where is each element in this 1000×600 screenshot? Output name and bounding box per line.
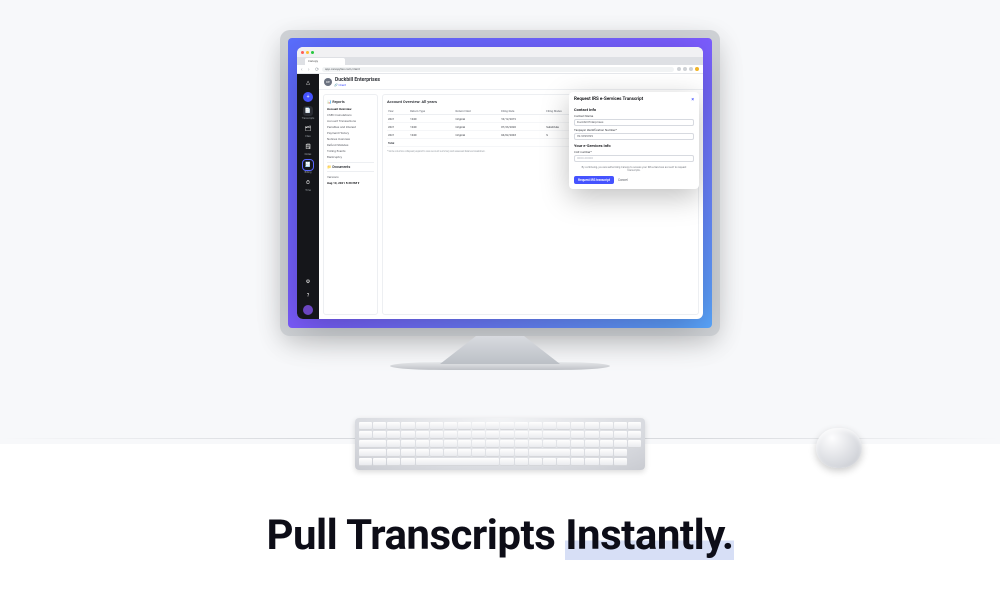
client-sublabel: 🔗 Client: [334, 83, 380, 87]
url-field[interactable]: app.canopytax.com/client: [322, 67, 674, 72]
documents-heading: 📁 Documents: [327, 165, 374, 169]
col-header[interactable]: Return Type: [409, 107, 454, 115]
sidebar-item-notes[interactable]: 🗒: [303, 142, 313, 152]
close-dot-icon[interactable]: [301, 51, 304, 54]
extension-icon[interactable]: [689, 67, 693, 71]
sidebar-item-files[interactable]: 🗂: [303, 124, 313, 134]
extension-icon[interactable]: [677, 67, 681, 71]
report-item[interactable]: Bankruptcy: [327, 154, 374, 160]
sidebar-item-transcripts[interactable]: 📄: [303, 106, 313, 116]
extension-icons: [677, 67, 699, 71]
col-header[interactable]: Year: [387, 107, 409, 115]
monitor: Canopy ‹ › ⟳ app.canopytax.com/client: [280, 30, 720, 370]
sidebar-label: Time: [305, 189, 311, 192]
sidebar-label: Billing: [305, 171, 312, 174]
monitor-screen: Canopy ‹ › ⟳ app.canopytax.com/client: [288, 38, 712, 328]
marketing-headline: Pull Transcripts Instantly.: [0, 511, 1000, 560]
contact-name-label: Contact Name: [574, 114, 694, 118]
monitor-bezel: Canopy ‹ › ⟳ app.canopytax.com/client: [280, 30, 720, 336]
app-sidebar: △ + 📄 Transcripts 🗂 Files 🗒 Notes 🧾 Bill…: [297, 74, 319, 319]
sidebar-item-billing[interactable]: 🧾: [303, 160, 313, 170]
client-avatar: DE: [324, 78, 332, 86]
eservices-section-heading: Your e-Services Info: [574, 143, 694, 148]
request-transcript-modal: Request IRS e-Services Transcript × Cont…: [569, 92, 699, 189]
sidebar-label: Transcripts: [302, 117, 315, 120]
col-header[interactable]: Filing Date: [500, 107, 545, 115]
sidebar-settings-icon[interactable]: ⚙: [303, 277, 313, 287]
profile-avatar-icon[interactable]: [695, 67, 699, 71]
mouse: [816, 428, 862, 468]
sidebar-label: Files: [305, 135, 310, 138]
sidebar-label: Notes: [305, 153, 312, 156]
browser-tab[interactable]: Canopy: [305, 58, 345, 65]
keyboard: [355, 418, 645, 470]
contact-name-input[interactable]: Duckbill Enterprises: [574, 119, 694, 126]
minimize-dot-icon[interactable]: [306, 51, 309, 54]
browser-toolbar: ‹ › ⟳ app.canopytax.com/client: [297, 65, 703, 74]
client-header: DE Duckbill Enterprises 🔗 Client: [319, 74, 703, 90]
col-header[interactable]: Return Filed: [455, 107, 501, 115]
maximize-dot-icon[interactable]: [311, 51, 314, 54]
browser-window: Canopy ‹ › ⟳ app.canopytax.com/client: [297, 47, 703, 319]
extension-icon[interactable]: [683, 67, 687, 71]
request-transcript-button[interactable]: Request IRS transcript: [574, 176, 614, 184]
modal-disclaimer: By continuing, you are authorizing Canop…: [576, 166, 692, 172]
reload-icon[interactable]: ⟳: [315, 67, 319, 71]
caf-label: CAF number*: [574, 150, 694, 154]
browser-tabbar: Canopy: [297, 57, 703, 65]
reports-heading: 📊 Reports: [327, 100, 374, 104]
brand-logo-icon[interactable]: △: [303, 78, 313, 88]
monitor-stand: [440, 336, 560, 364]
reports-panel: 📊 Reports Account Overview CSED Calculat…: [323, 94, 378, 315]
tin-label: Taxpayer Identification Number*: [574, 128, 694, 132]
close-icon[interactable]: ×: [691, 97, 694, 103]
sidebar-user-avatar[interactable]: [303, 305, 313, 315]
sidebar-help-icon[interactable]: ?: [303, 291, 313, 301]
modal-title: Request IRS e-Services Transcript: [574, 97, 643, 103]
version-selector[interactable]: Aug 19, 2021 5:38 PM ▾: [327, 180, 374, 186]
contact-section-heading: Contact Info: [574, 107, 694, 112]
tin-input[interactable]: 99-9999999: [574, 133, 694, 140]
forward-icon[interactable]: ›: [308, 67, 312, 71]
caf-input[interactable]: 0000-00000: [574, 155, 694, 162]
sidebar-item-time[interactable]: ⏱: [303, 178, 313, 188]
add-button[interactable]: +: [303, 92, 313, 102]
back-icon[interactable]: ‹: [301, 67, 305, 71]
cancel-button[interactable]: Cancel: [618, 178, 628, 182]
window-controls: [297, 47, 703, 57]
